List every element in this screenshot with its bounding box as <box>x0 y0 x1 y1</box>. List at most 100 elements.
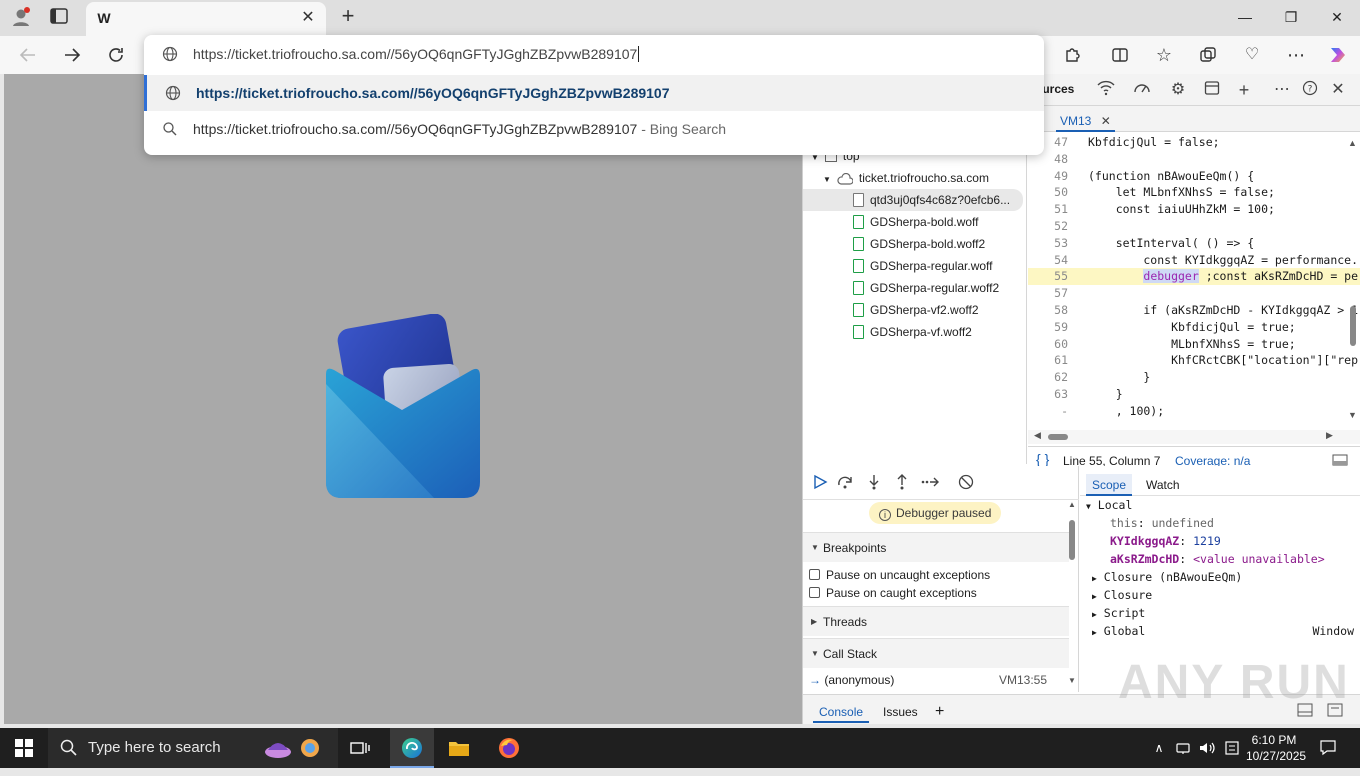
checkbox-icon[interactable] <box>809 569 820 580</box>
line-number[interactable]: 63 <box>1028 386 1068 403</box>
split-screen-icon[interactable] <box>1104 40 1136 70</box>
browser-essentials-icon[interactable]: ♡ <box>1236 40 1268 70</box>
line-number[interactable]: 52 <box>1028 218 1068 235</box>
suggestion-url[interactable]: https://ticket.triofroucho.sa.com//56yOQ… <box>144 75 1044 111</box>
code-line[interactable]: 59 KbfdicjQul = true; <box>1028 319 1360 336</box>
scope-var[interactable]: aKsRZmDcHD: <value unavailable> <box>1110 550 1325 568</box>
memory-gear-icon[interactable]: ⚙ <box>1167 80 1189 100</box>
suggestion-search[interactable]: https://ticket.triofroucho.sa.com//56yOQ… <box>144 111 1044 147</box>
tab-close-button[interactable]: ✕ <box>298 8 318 28</box>
line-number[interactable]: 50 <box>1028 184 1068 201</box>
callstack-section-header[interactable]: ▼ Call Stack <box>803 638 1069 668</box>
line-number[interactable]: 53 <box>1028 235 1068 252</box>
scrollbar-thumb[interactable] <box>1069 520 1075 560</box>
step-out-icon[interactable] <box>891 474 913 492</box>
nav-file[interactable]: GDSherpa-vf2.woff2 <box>853 299 979 321</box>
tab-console[interactable]: Console <box>813 701 870 723</box>
pause-caught-checkbox[interactable]: Pause on caught exceptions <box>809 584 977 602</box>
wifi-network-icon[interactable] <box>1095 80 1117 100</box>
scroll-down-icon[interactable]: ▼ <box>1348 410 1357 420</box>
nav-file[interactable]: GDSherpa-regular.woff <box>853 255 993 277</box>
tab-scope[interactable]: Scope <box>1086 474 1133 496</box>
nav-file[interactable]: GDSherpa-bold.woff <box>853 211 979 233</box>
scope-closure-item[interactable]: ▶ Closure (nBAwouEeQm) <box>1092 568 1242 586</box>
code-line[interactable]: 58 if (aKsRZmDcHD - KYIdkggqAZ > 1 <box>1028 302 1360 319</box>
code-line[interactable]: 51 const iaiuUHhZkM = 100; <box>1028 201 1360 218</box>
line-number[interactable]: 62 <box>1028 369 1068 386</box>
pause-uncaught-checkbox[interactable]: Pause on uncaught exceptions <box>809 566 990 584</box>
scroll-right-icon[interactable]: ▶ <box>1326 430 1333 441</box>
scroll-up-icon[interactable]: ▲ <box>1068 500 1076 509</box>
add-panel-icon[interactable]: + <box>1233 80 1255 100</box>
line-number[interactable]: 61 <box>1028 352 1068 369</box>
network-icon[interactable] <box>1174 728 1192 768</box>
application-panel-icon[interactable] <box>1201 80 1223 100</box>
address-bar[interactable]: https://ticket.triofroucho.sa.com//56yOQ… <box>144 35 1044 73</box>
nav-file-selected[interactable]: qtd3uj0qfs4c68z?0efcb6... <box>803 189 1023 211</box>
code-line[interactable]: 53 setInterval( () => { <box>1028 235 1360 252</box>
close-devtools-icon[interactable]: ✕ <box>1327 80 1349 100</box>
code-lines[interactable]: 47 KbfdicjQul = false; 48 49 (function nBAwo… <box>1028 134 1360 430</box>
collections-icon[interactable] <box>1192 40 1224 70</box>
resume-icon[interactable] <box>809 474 831 492</box>
help-icon[interactable]: ? <box>1299 80 1321 100</box>
close-icon[interactable]: ✕ <box>1101 114 1111 128</box>
code-line[interactable]: 54 const KYIdkggqAZ = performance. <box>1028 252 1360 269</box>
scope-var-this[interactable]: this: undefined <box>1110 514 1214 532</box>
tab-issues[interactable]: Issues <box>877 701 924 723</box>
forward-button[interactable] <box>56 40 88 70</box>
scrollbar-thumb[interactable] <box>1350 306 1356 346</box>
scope-var[interactable]: KYIdkggqAZ: 1219 <box>1110 532 1221 550</box>
scroll-up-icon[interactable]: ▲ <box>1348 138 1357 148</box>
code-line[interactable]: 47 KbfdicjQul = false; <box>1028 134 1360 151</box>
scrollbar-thumb[interactable] <box>1048 434 1068 440</box>
code-line[interactable]: 52 <box>1028 218 1360 235</box>
show-hidden-icons-icon[interactable]: ∧ <box>1150 728 1168 768</box>
minimize-button[interactable]: — <box>1222 0 1268 34</box>
extensions-icon[interactable] <box>1056 40 1088 70</box>
new-tab-button[interactable]: + <box>336 4 360 28</box>
breakpoints-section-header[interactable]: ▼ Breakpoints <box>803 532 1069 562</box>
scope-closure-item[interactable]: ▶ Closure <box>1092 586 1152 604</box>
callstack-frame[interactable]: → (anonymous) VM13:55 <box>809 671 1065 689</box>
deactivate-breakpoints-icon[interactable] <box>955 474 977 492</box>
threads-section-header[interactable]: ▶ Threads <box>803 606 1069 636</box>
code-line[interactable]: - , 100); <box>1028 403 1360 420</box>
tab-actions-icon[interactable] <box>50 8 70 26</box>
task-view-icon[interactable] <box>346 728 374 768</box>
code-line[interactable]: 62 } <box>1028 369 1360 386</box>
line-number[interactable]: 59 <box>1028 319 1068 336</box>
clock[interactable]: 6:10 PM 10/27/2025 <box>1246 728 1306 768</box>
start-button[interactable] <box>0 728 48 768</box>
scroll-left-icon[interactable]: ◀ <box>1034 430 1041 441</box>
scope-global-item[interactable]: ▶ Global Window <box>1092 622 1354 640</box>
editor-tab-vm13[interactable]: VM13 ✕ <box>1056 110 1115 132</box>
code-line[interactable]: 61 KhfCRctCBK["location"]["rep <box>1028 352 1360 369</box>
copilot-icon[interactable] <box>1322 40 1354 70</box>
scroll-down-icon[interactable]: ▼ <box>1068 676 1076 685</box>
line-number[interactable]: 60 <box>1028 336 1068 353</box>
code-line[interactable]: 48 <box>1028 151 1360 168</box>
scope-local-header[interactable]: ▼ Local <box>1086 496 1132 514</box>
close-window-button[interactable]: ✕ <box>1314 0 1360 34</box>
line-number[interactable]: 51 <box>1028 201 1068 218</box>
checkbox-icon[interactable] <box>809 587 820 598</box>
edge-taskbar-icon[interactable] <box>390 728 434 768</box>
tab-watch[interactable]: Watch <box>1140 474 1186 496</box>
browser-tab-active[interactable]: W ✕ <box>86 2 326 36</box>
volume-icon[interactable] <box>1196 728 1218 768</box>
profile-avatar-icon[interactable] <box>10 6 32 28</box>
horizontal-scrollbar[interactable]: ◀ ▶ <box>1028 430 1360 444</box>
web-page-viewport[interactable] <box>4 74 802 724</box>
refresh-button[interactable] <box>100 40 132 70</box>
line-number[interactable]: 57 <box>1028 285 1068 302</box>
line-number[interactable]: 55 <box>1028 268 1068 285</box>
language-icon[interactable] <box>1222 728 1242 768</box>
firefox-icon[interactable] <box>494 728 524 768</box>
add-drawer-tab-button[interactable]: + <box>929 701 950 723</box>
code-line[interactable]: 57 <box>1028 285 1360 302</box>
back-button[interactable] <box>12 40 44 70</box>
nav-file[interactable]: GDSherpa-vf.woff2 <box>853 321 972 343</box>
address-input-value[interactable]: https://ticket.triofroucho.sa.com//56yOQ… <box>193 46 637 62</box>
settings-more-icon[interactable]: ⋯ <box>1280 40 1312 70</box>
